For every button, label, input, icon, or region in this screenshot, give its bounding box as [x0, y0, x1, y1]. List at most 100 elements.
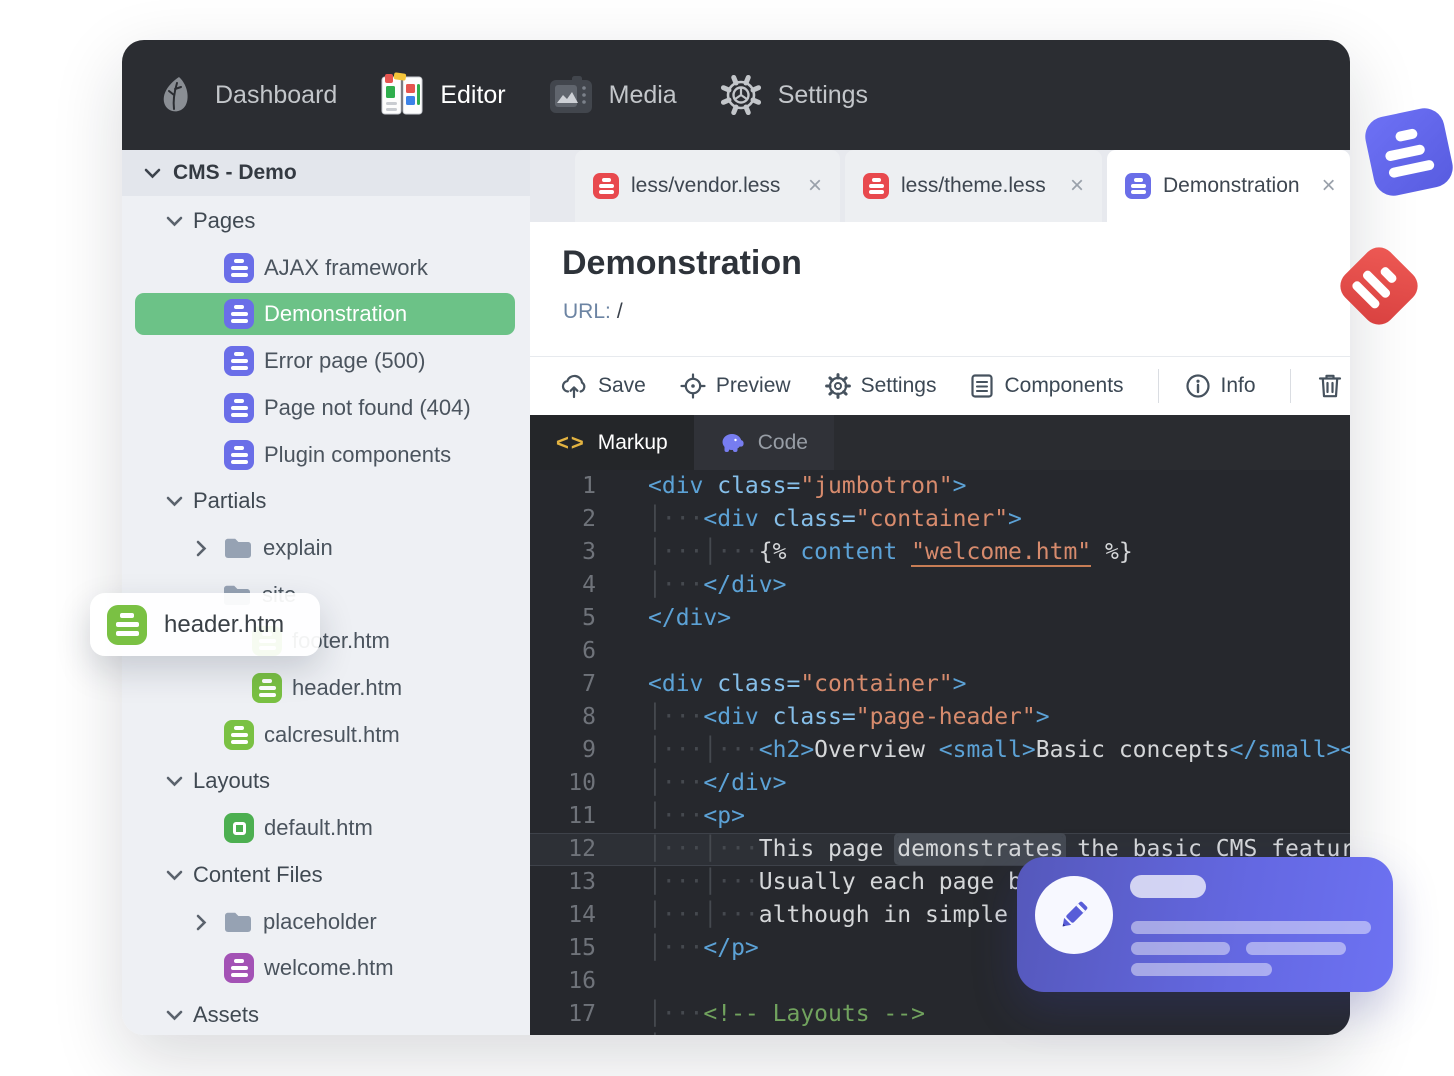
tree-item-demonstration[interactable]: Demonstration: [224, 293, 407, 335]
folder-icon: [223, 910, 253, 934]
folder-icon: [223, 536, 253, 560]
page-icon: [224, 393, 254, 423]
tree-item-header.htm[interactable]: header.htm: [252, 667, 402, 709]
nav-item-media[interactable]: Media: [548, 75, 677, 115]
code-line-3[interactable]: 3 │···│···{% content "welcome.htm" %}: [530, 536, 1350, 569]
line-number: 15: [568, 935, 596, 961]
tab-close-icon[interactable]: ×: [1060, 174, 1084, 198]
skeleton-line: [1131, 963, 1272, 976]
code-segment: <h2>: [703, 1034, 758, 1035]
info-button[interactable]: Info: [1185, 373, 1256, 399]
less-file-icon: [863, 173, 889, 199]
tree-section-layouts[interactable]: Layouts: [166, 760, 270, 802]
code-line-18[interactable]: 18 │···<h2>Layouts</h2>: [530, 1031, 1350, 1035]
tree-item-ajax-framework[interactable]: AJAX framework: [224, 247, 428, 289]
code-line-10[interactable]: 10 │···</div>: [530, 767, 1350, 800]
code-segment: </div>: [648, 605, 732, 631]
promo-card: [1017, 857, 1393, 992]
code-line-1[interactable]: 1 <div class="jumbotron">: [530, 470, 1350, 503]
chevron-right-icon: [196, 540, 207, 557]
code-line-9[interactable]: 9 │···│···<h2>Overview <small>Basic conce…: [530, 734, 1350, 767]
components-button[interactable]: Components: [970, 373, 1124, 399]
sidebar-header-cms-demo[interactable]: CMS - Demo: [122, 150, 530, 196]
page-title: Demonstration: [562, 244, 802, 282]
code-segment: Layouts: [759, 1034, 856, 1035]
chevron-down-icon: [166, 776, 183, 787]
skeleton-line: [1131, 942, 1230, 955]
code-segment: "page-header": [855, 704, 1036, 730]
nav-item-label: Dashboard: [215, 80, 338, 109]
code-segment: │···: [648, 506, 704, 532]
tree-item-label: Content Files: [193, 862, 323, 887]
tree-item-label: AJAX framework: [264, 255, 428, 280]
page-icon: [224, 299, 254, 329]
chevron-right-icon: [196, 914, 207, 931]
code-segment: │···│···: [648, 737, 759, 763]
pencil-badge: [1035, 876, 1113, 954]
code-segment: <small>: [938, 737, 1036, 763]
toolbar-button-label: Components: [1004, 374, 1124, 397]
tree-item-placeholder[interactable]: placeholder: [196, 901, 377, 943]
code-line-11[interactable]: 11 │···<p>: [530, 800, 1350, 833]
delete-button[interactable]: [1317, 372, 1343, 400]
tab-close-icon[interactable]: ×: [798, 174, 822, 198]
url-label: URL:: [563, 300, 611, 323]
tree-section-pages[interactable]: Pages: [166, 200, 255, 242]
editor-toolbar: Save Preview Settings Components Info: [530, 356, 1350, 415]
code-segment: >: [952, 473, 967, 499]
tree-item-error-page-500-[interactable]: Error page (500): [224, 340, 425, 382]
tree-item-explain[interactable]: explain: [196, 527, 333, 569]
code-segment: %}: [1091, 539, 1133, 565]
code-line-4[interactable]: 4 │···</div>: [530, 569, 1350, 602]
code-segment: │···│···: [648, 836, 759, 862]
tab-close-icon[interactable]: ×: [1312, 174, 1336, 198]
save-cloud-icon: [560, 373, 588, 399]
code-line-7[interactable]: 7 <div class="container">: [530, 668, 1350, 701]
tree-item-label: default.htm: [264, 815, 373, 840]
nav-item-settings[interactable]: Settings: [719, 73, 868, 117]
code-segment: <div: [648, 671, 704, 697]
code-segment: although in simple ca: [758, 902, 1050, 928]
code-segment: </p>: [703, 935, 759, 961]
code-segment: class=: [758, 506, 856, 532]
line-number: 18: [530, 1031, 612, 1035]
settings-button[interactable]: Settings: [824, 373, 936, 399]
preview-button[interactable]: Preview: [680, 373, 791, 399]
tree-item-plugin-components[interactable]: Plugin components: [224, 434, 451, 476]
document-tab-less-vendor.less[interactable]: less/vendor.less ×: [575, 150, 840, 222]
tree-item-label: header.htm: [292, 675, 403, 700]
chevron-down-icon: [166, 1010, 183, 1021]
tree-section-partials[interactable]: Partials: [166, 480, 266, 522]
document-tab-less-theme.less[interactable]: less/theme.less ×: [845, 150, 1102, 222]
editor-tab-code[interactable]: Code: [693, 415, 834, 470]
nav-item-label: Media: [608, 80, 677, 109]
tree-item-label: Error page (500): [264, 348, 426, 373]
nav-item-editor[interactable]: Editor: [379, 72, 506, 118]
tree-item-welcome.htm[interactable]: welcome.htm: [224, 947, 394, 989]
toolbar-button-label: Info: [1220, 374, 1256, 397]
code-segment: class=: [758, 704, 856, 730]
drag-ghost-card[interactable]: header.htm: [90, 593, 320, 656]
code-segment: │···: [648, 1001, 704, 1027]
tree-section-assets[interactable]: Assets: [166, 994, 259, 1035]
code-line-8[interactable]: 8 │···<div class="page-header">: [530, 701, 1350, 734]
chevron-down-icon: [166, 216, 183, 227]
editor-tab-markup[interactable]: <> Markup: [530, 415, 694, 470]
save-button[interactable]: Save: [560, 373, 646, 399]
tree-item-page-not-found-404-[interactable]: Page not found (404): [224, 387, 471, 429]
tree-item-label: welcome.htm: [264, 955, 394, 980]
code-segment: │···│···: [648, 539, 759, 565]
code-segment: <!-- Layouts -->: [703, 1001, 925, 1027]
php-elephant-icon: [720, 432, 746, 454]
nav-item-dashboard[interactable]: Dashboard: [156, 73, 337, 117]
tree-section-content-files[interactable]: Content Files: [166, 854, 323, 896]
code-line-17[interactable]: 17 │···<!-- Layouts -->: [530, 998, 1350, 1031]
tree-item-calcresult.htm[interactable]: calcresult.htm: [224, 714, 400, 756]
code-line-6[interactable]: 6: [530, 635, 1350, 668]
code-line-5[interactable]: 5 </div>: [530, 602, 1350, 635]
document-tab-demonstration[interactable]: Demonstration ×: [1107, 150, 1350, 222]
code-line-2[interactable]: 2 │···<div class="container">: [530, 503, 1350, 536]
code-segment: Basic concepts: [1035, 737, 1230, 763]
tree-item-default.htm[interactable]: default.htm: [224, 807, 373, 849]
tree-item-label: Partials: [193, 488, 267, 513]
